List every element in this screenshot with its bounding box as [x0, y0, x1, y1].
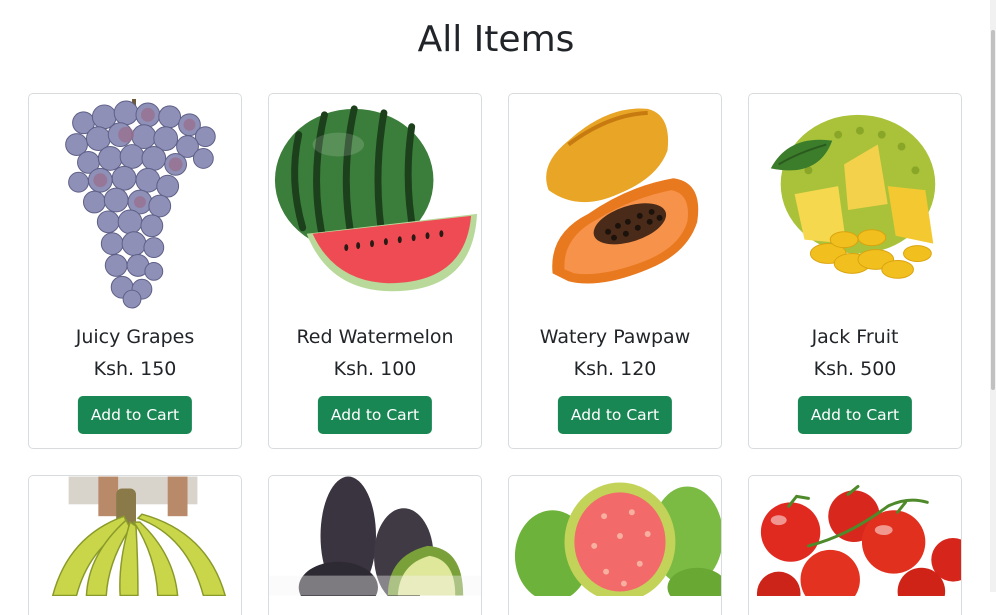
- product-card: Watery Pawpaw Ksh. 120 Add to Cart: [508, 93, 722, 449]
- product-price: Ksh. 500: [813, 358, 897, 380]
- product-name: Red Watermelon: [296, 326, 454, 348]
- product-card: [508, 475, 722, 615]
- add-to-cart-button[interactable]: Add to Cart: [557, 396, 673, 434]
- pawpaw-image: [546, 108, 699, 284]
- product-card: [268, 475, 482, 615]
- product-card: Jack Fruit Ksh. 500 Add to Cart: [748, 93, 962, 449]
- product-card: [28, 475, 242, 615]
- tomatoes-image: [756, 484, 961, 596]
- product-price: Ksh. 100: [333, 358, 417, 380]
- jackfruit-image: [770, 114, 936, 279]
- guava-image: [514, 482, 721, 596]
- scrollbar-thumb[interactable]: [991, 30, 995, 390]
- product-price: Ksh. 120: [573, 358, 657, 380]
- product-name: Watery Pawpaw: [539, 326, 691, 348]
- scrollbar[interactable]: [990, 0, 996, 592]
- product-price: Ksh. 150: [93, 358, 177, 380]
- product-name: Juicy Grapes: [75, 326, 195, 348]
- bananas-image: [51, 476, 227, 596]
- avocado-image: [269, 476, 481, 596]
- product-card: Juicy Grapes Ksh. 150 Add to Cart: [28, 93, 242, 449]
- add-to-cart-button[interactable]: Add to Cart: [797, 396, 913, 434]
- add-to-cart-button[interactable]: Add to Cart: [77, 396, 193, 434]
- grapes-image: [65, 98, 216, 309]
- add-to-cart-button[interactable]: Add to Cart: [317, 396, 433, 434]
- product-card: [748, 475, 962, 615]
- page-title: All Items: [417, 19, 575, 60]
- watermelon-image: [274, 105, 478, 292]
- product-name: Jack Fruit: [811, 326, 899, 348]
- product-card: Red Watermelon Ksh. 100 Add to Cart: [268, 93, 482, 449]
